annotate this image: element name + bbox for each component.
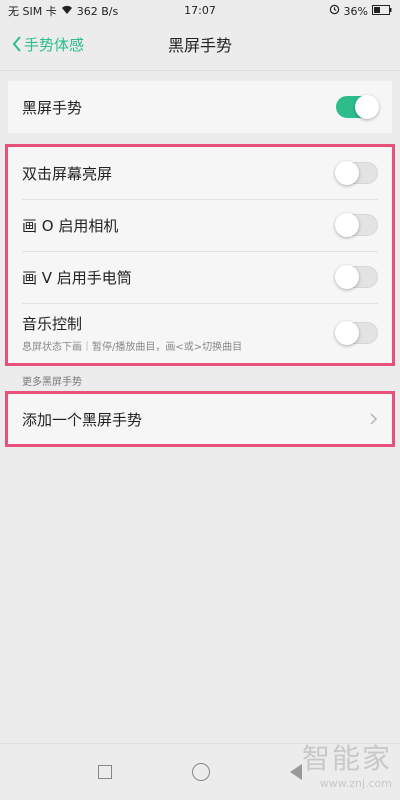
alarm-icon [329,4,340,18]
wifi-icon [61,5,73,18]
back-button[interactable]: 手势体感 [0,34,84,55]
home-button[interactable] [192,763,210,781]
gesture-list: 双击屏幕亮屏 画 O 启用相机 画 V 启用手电筒 音乐控制 息屏状态下画｜暂停… [5,144,395,366]
nav-bar: 手势体感 黑屏手势 [0,22,400,66]
gesture-row-camera[interactable]: 画 O 启用相机 [8,199,392,251]
chevron-right-icon [370,410,378,429]
watermark: 智能家 www.znj.com [302,737,392,790]
double-tap-toggle[interactable] [335,161,378,185]
divider [0,70,400,71]
gesture-description: 息屏状态下画｜暂停/播放曲目，画<或>切换曲目 [22,342,243,353]
gesture-label: 双击屏幕亮屏 [22,164,113,183]
gesture-label: 画 O 启用相机 [22,216,119,235]
watermark-url: www.znj.com [319,777,392,790]
section-header: 更多黑屏手势 [22,377,82,388]
gesture-row-double-tap[interactable]: 双击屏幕亮屏 [8,147,392,199]
music-control-toggle[interactable] [335,321,378,345]
battery-percent: 36% [343,4,368,18]
watermark-logo: 智能家 [301,742,392,775]
add-gesture-button[interactable]: 添加一个黑屏手势 [8,394,392,444]
gesture-label: 音乐控制 [22,315,83,333]
carrier-text: 无 SIM 卡 [8,5,57,18]
recent-apps-button[interactable] [98,765,112,779]
gesture-row-flashlight[interactable]: 画 V 启用手电筒 [8,251,392,303]
main-toggle-label: 黑屏手势 [22,98,83,117]
main-toggle-card: 黑屏手势 [8,81,392,133]
main-toggle-row[interactable]: 黑屏手势 [8,81,392,133]
battery-icon [372,4,392,18]
gesture-row-music[interactable]: 音乐控制 息屏状态下画｜暂停/播放曲目，画<或>切换曲目 [8,303,392,363]
flashlight-toggle[interactable] [335,265,378,289]
back-nav-button[interactable] [290,764,302,780]
gesture-label: 画 V 启用手电筒 [22,268,132,287]
network-speed: 362 B/s [76,4,119,18]
main-toggle-switch[interactable] [336,95,379,119]
screen: 无 SIM 卡 362 B/s 17:07 36% 手势体感 黑屏手势 黑屏手势… [0,0,400,800]
status-bar: 无 SIM 卡 362 B/s 17:07 36% [0,0,400,22]
camera-toggle[interactable] [335,213,378,237]
back-label: 手势体感 [24,35,85,54]
chevron-left-icon [12,36,22,52]
add-gesture-card: 添加一个黑屏手势 [5,391,395,447]
add-gesture-label: 添加一个黑屏手势 [22,410,143,429]
